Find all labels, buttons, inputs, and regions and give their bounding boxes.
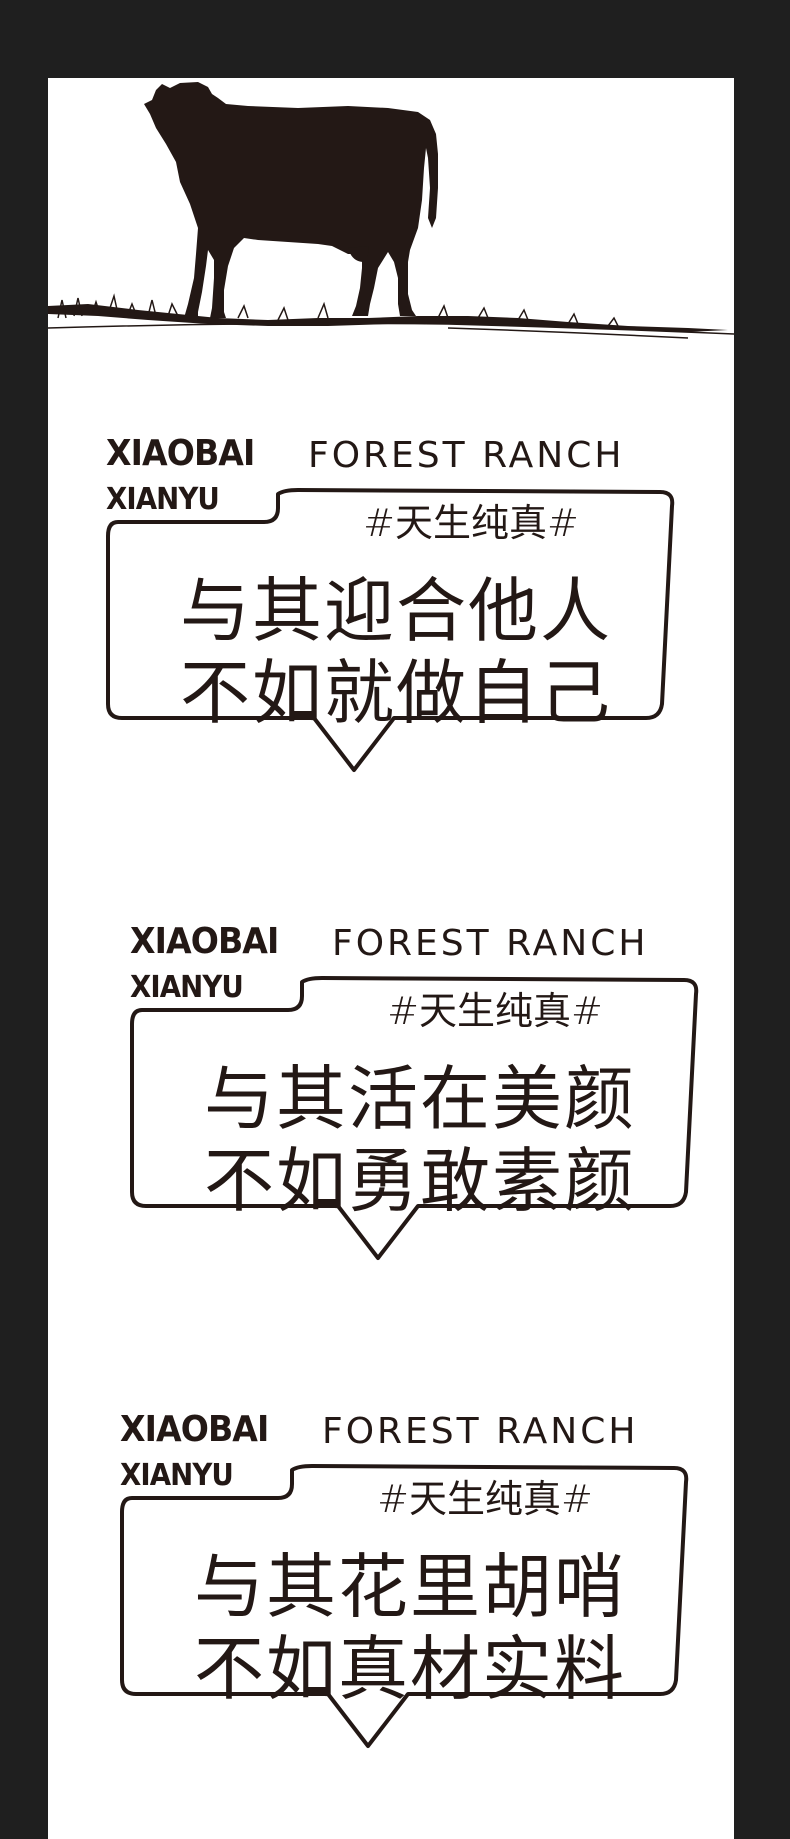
slogan-line-1: 与其迎合他人 xyxy=(180,570,612,652)
brand-main-text: XIAOBAI xyxy=(120,1409,269,1450)
slogan-card-3: XIAOBAI FOREST RANCH XIANYU #天生纯真# 与其花里胡… xyxy=(120,1412,730,1832)
brand-sub-text: FOREST RANCH xyxy=(332,923,649,964)
slogan-line-2: 不如就做自己 xyxy=(180,652,612,734)
brand-sub-text: FOREST RANCH xyxy=(322,1411,639,1452)
brand-main-text: XIAOBAI xyxy=(106,433,255,474)
slogan-line-1: 与其花里胡哨 xyxy=(194,1546,626,1628)
brand-sub-text: FOREST RANCH xyxy=(308,435,625,476)
artboard: XIAOBAI FOREST RANCH XIANYU #天生纯真# 与其迎合他… xyxy=(48,78,734,1839)
brand-second-text: XIANYU xyxy=(120,1458,234,1493)
slogan-line-2: 不如真材实料 xyxy=(194,1628,626,1710)
hashtag-text: #天生纯真# xyxy=(387,989,603,1033)
slogan-line-1: 与其活在美颜 xyxy=(204,1058,636,1140)
brand-main-text: XIAOBAI xyxy=(130,921,279,962)
brand-second-text: XIANYU xyxy=(130,970,244,1005)
cow-illustration xyxy=(48,82,734,339)
hashtag-text: #天生纯真# xyxy=(363,501,579,545)
slogan-card-1: XIAOBAI FOREST RANCH XIANYU #天生纯真# 与其迎合他… xyxy=(106,436,716,856)
slogan-line-2: 不如勇敢素颜 xyxy=(204,1140,636,1222)
slogan-card-2: XIAOBAI FOREST RANCH XIANYU #天生纯真# 与其活在美… xyxy=(130,924,734,1344)
hashtag-text: #天生纯真# xyxy=(377,1477,593,1521)
brand-second-text: XIANYU xyxy=(106,482,220,517)
